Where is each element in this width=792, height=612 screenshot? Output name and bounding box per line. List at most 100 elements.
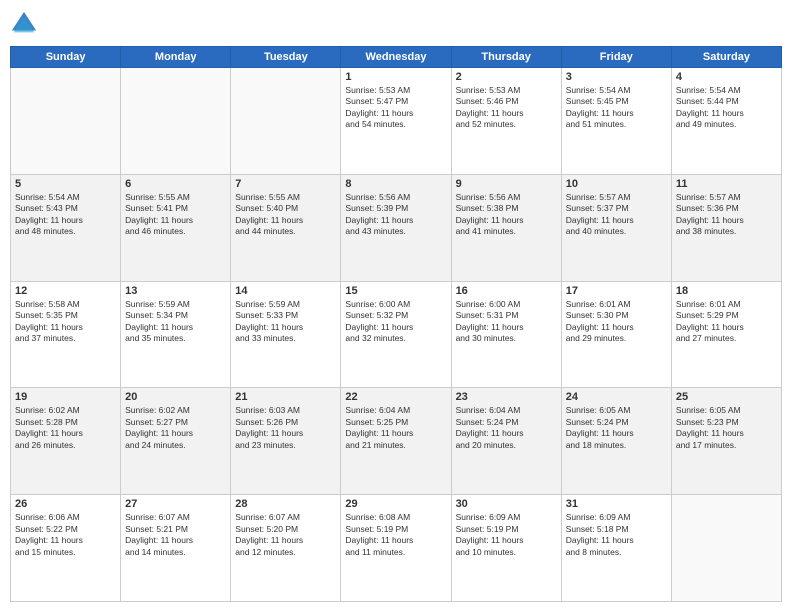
weekday-header-monday: Monday <box>121 47 231 68</box>
calendar-cell: 10 Sunrise: 5:57 AM Sunset: 5:37 PM Dayli… <box>561 174 671 281</box>
cell-info: Sunrise: 6:02 AM Sunset: 5:28 PM Dayligh… <box>15 405 116 451</box>
calendar-cell <box>121 68 231 175</box>
calendar-cell: 11 Sunrise: 5:57 AM Sunset: 5:36 PM Dayli… <box>671 174 781 281</box>
calendar-cell <box>671 495 781 602</box>
day-number: 31 <box>566 498 667 510</box>
day-number: 22 <box>345 391 446 403</box>
cell-info: Sunrise: 6:07 AM Sunset: 5:20 PM Dayligh… <box>235 512 336 558</box>
calendar-cell: 4 Sunrise: 5:54 AM Sunset: 5:44 PM Daylig… <box>671 68 781 175</box>
header <box>10 10 782 38</box>
calendar-week-row: 12 Sunrise: 5:58 AM Sunset: 5:35 PM Dayli… <box>11 281 782 388</box>
cell-info: Sunrise: 5:54 AM Sunset: 5:43 PM Dayligh… <box>15 192 116 238</box>
cell-info: Sunrise: 5:55 AM Sunset: 5:40 PM Dayligh… <box>235 192 336 238</box>
cell-info: Sunrise: 6:00 AM Sunset: 5:32 PM Dayligh… <box>345 299 446 345</box>
calendar-cell: 12 Sunrise: 5:58 AM Sunset: 5:35 PM Dayli… <box>11 281 121 388</box>
calendar-cell: 8Sunrise: 5:56 AM Sunset: 5:39 PM Daylig… <box>341 174 451 281</box>
cell-info: Sunrise: 5:54 AM Sunset: 5:45 PM Dayligh… <box>566 85 667 131</box>
weekday-header-wednesday: Wednesday <box>341 47 451 68</box>
day-number: 16 <box>456 285 557 297</box>
calendar-cell: 27 Sunrise: 6:07 AM Sunset: 5:21 PM Dayli… <box>121 495 231 602</box>
calendar-week-row: 5 Sunrise: 5:54 AM Sunset: 5:43 PM Daylig… <box>11 174 782 281</box>
day-number: 2 <box>456 71 557 83</box>
cell-info: Sunrise: 6:06 AM Sunset: 5:22 PM Dayligh… <box>15 512 116 558</box>
day-number: 8 <box>345 178 446 190</box>
day-number: 10 <box>566 178 667 190</box>
cell-info: Sunrise: 6:01 AM Sunset: 5:30 PM Dayligh… <box>566 299 667 345</box>
calendar-table: SundayMondayTuesdayWednesdayThursdayFrid… <box>10 46 782 602</box>
cell-info: Sunrise: 6:03 AM Sunset: 5:26 PM Dayligh… <box>235 405 336 451</box>
calendar-cell: 23 Sunrise: 6:04 AM Sunset: 5:24 PM Dayli… <box>451 388 561 495</box>
calendar-cell: 24 Sunrise: 6:05 AM Sunset: 5:24 PM Dayli… <box>561 388 671 495</box>
calendar-cell <box>11 68 121 175</box>
calendar-cell: 29 Sunrise: 6:08 AM Sunset: 5:19 PM Dayli… <box>341 495 451 602</box>
cell-info: Sunrise: 5:54 AM Sunset: 5:44 PM Dayligh… <box>676 85 777 131</box>
cell-info: Sunrise: 6:04 AM Sunset: 5:24 PM Dayligh… <box>456 405 557 451</box>
calendar-cell: 3 Sunrise: 5:54 AM Sunset: 5:45 PM Daylig… <box>561 68 671 175</box>
calendar-cell: 1Sunrise: 5:53 AM Sunset: 5:47 PM Daylig… <box>341 68 451 175</box>
calendar-cell: 15 Sunrise: 6:00 AM Sunset: 5:32 PM Dayli… <box>341 281 451 388</box>
cell-info: Sunrise: 6:09 AM Sunset: 5:18 PM Dayligh… <box>566 512 667 558</box>
cell-info: Sunrise: 6:00 AM Sunset: 5:31 PM Dayligh… <box>456 299 557 345</box>
calendar-cell: 14Sunrise: 5:59 AM Sunset: 5:33 PM Dayli… <box>231 281 341 388</box>
calendar-week-row: 19 Sunrise: 6:02 AM Sunset: 5:28 PM Dayli… <box>11 388 782 495</box>
cell-info: Sunrise: 5:57 AM Sunset: 5:36 PM Dayligh… <box>676 192 777 238</box>
day-number: 6 <box>125 178 226 190</box>
cell-info: Sunrise: 6:04 AM Sunset: 5:25 PM Dayligh… <box>345 405 446 451</box>
cell-info: Sunrise: 6:05 AM Sunset: 5:23 PM Dayligh… <box>676 405 777 451</box>
day-number: 18 <box>676 285 777 297</box>
day-number: 11 <box>676 178 777 190</box>
weekday-header-row: SundayMondayTuesdayWednesdayThursdayFrid… <box>11 47 782 68</box>
day-number: 3 <box>566 71 667 83</box>
day-number: 28 <box>235 498 336 510</box>
weekday-header-thursday: Thursday <box>451 47 561 68</box>
calendar-cell: 21 Sunrise: 6:03 AM Sunset: 5:26 PM Dayli… <box>231 388 341 495</box>
calendar-cell: 7 Sunrise: 5:55 AM Sunset: 5:40 PM Daylig… <box>231 174 341 281</box>
day-number: 7 <box>235 178 336 190</box>
day-number: 27 <box>125 498 226 510</box>
cell-info: Sunrise: 5:56 AM Sunset: 5:38 PM Dayligh… <box>456 192 557 238</box>
weekday-header-friday: Friday <box>561 47 671 68</box>
logo <box>10 10 40 38</box>
day-number: 26 <box>15 498 116 510</box>
cell-info: Sunrise: 6:08 AM Sunset: 5:19 PM Dayligh… <box>345 512 446 558</box>
day-number: 9 <box>456 178 557 190</box>
calendar-cell: 25 Sunrise: 6:05 AM Sunset: 5:23 PM Dayli… <box>671 388 781 495</box>
day-number: 19 <box>15 391 116 403</box>
logo-icon <box>10 10 38 38</box>
day-number: 23 <box>456 391 557 403</box>
calendar-cell: 17Sunrise: 6:01 AM Sunset: 5:30 PM Dayli… <box>561 281 671 388</box>
cell-info: Sunrise: 6:05 AM Sunset: 5:24 PM Dayligh… <box>566 405 667 451</box>
cell-info: Sunrise: 6:01 AM Sunset: 5:29 PM Dayligh… <box>676 299 777 345</box>
cell-info: Sunrise: 5:59 AM Sunset: 5:34 PM Dayligh… <box>125 299 226 345</box>
cell-info: Sunrise: 6:07 AM Sunset: 5:21 PM Dayligh… <box>125 512 226 558</box>
day-number: 5 <box>15 178 116 190</box>
day-number: 21 <box>235 391 336 403</box>
cell-info: Sunrise: 6:02 AM Sunset: 5:27 PM Dayligh… <box>125 405 226 451</box>
calendar-cell: 9 Sunrise: 5:56 AM Sunset: 5:38 PM Daylig… <box>451 174 561 281</box>
day-number: 24 <box>566 391 667 403</box>
calendar-cell: 18 Sunrise: 6:01 AM Sunset: 5:29 PM Dayli… <box>671 281 781 388</box>
calendar-cell: 28 Sunrise: 6:07 AM Sunset: 5:20 PM Dayli… <box>231 495 341 602</box>
calendar-cell: 2 Sunrise: 5:53 AM Sunset: 5:46 PM Daylig… <box>451 68 561 175</box>
calendar-cell: 26 Sunrise: 6:06 AM Sunset: 5:22 PM Dayli… <box>11 495 121 602</box>
day-number: 15 <box>345 285 446 297</box>
day-number: 29 <box>345 498 446 510</box>
day-number: 12 <box>15 285 116 297</box>
day-number: 1 <box>345 71 446 83</box>
day-number: 25 <box>676 391 777 403</box>
cell-info: Sunrise: 5:57 AM Sunset: 5:37 PM Dayligh… <box>566 192 667 238</box>
calendar-cell: 22 Sunrise: 6:04 AM Sunset: 5:25 PM Dayli… <box>341 388 451 495</box>
day-number: 20 <box>125 391 226 403</box>
calendar-cell <box>231 68 341 175</box>
calendar-cell: 30Sunrise: 6:09 AM Sunset: 5:19 PM Dayli… <box>451 495 561 602</box>
calendar-cell: 19 Sunrise: 6:02 AM Sunset: 5:28 PM Dayli… <box>11 388 121 495</box>
calendar-cell: 5 Sunrise: 5:54 AM Sunset: 5:43 PM Daylig… <box>11 174 121 281</box>
cell-info: Sunrise: 5:53 AM Sunset: 5:46 PM Dayligh… <box>456 85 557 131</box>
calendar-cell: 16 Sunrise: 6:00 AM Sunset: 5:31 PM Dayli… <box>451 281 561 388</box>
day-number: 14 <box>235 285 336 297</box>
calendar-cell: 20 Sunrise: 6:02 AM Sunset: 5:27 PM Dayli… <box>121 388 231 495</box>
day-number: 4 <box>676 71 777 83</box>
calendar-week-row: 1Sunrise: 5:53 AM Sunset: 5:47 PM Daylig… <box>11 68 782 175</box>
calendar-cell: 31 Sunrise: 6:09 AM Sunset: 5:18 PM Dayli… <box>561 495 671 602</box>
cell-info: Sunrise: 5:58 AM Sunset: 5:35 PM Dayligh… <box>15 299 116 345</box>
